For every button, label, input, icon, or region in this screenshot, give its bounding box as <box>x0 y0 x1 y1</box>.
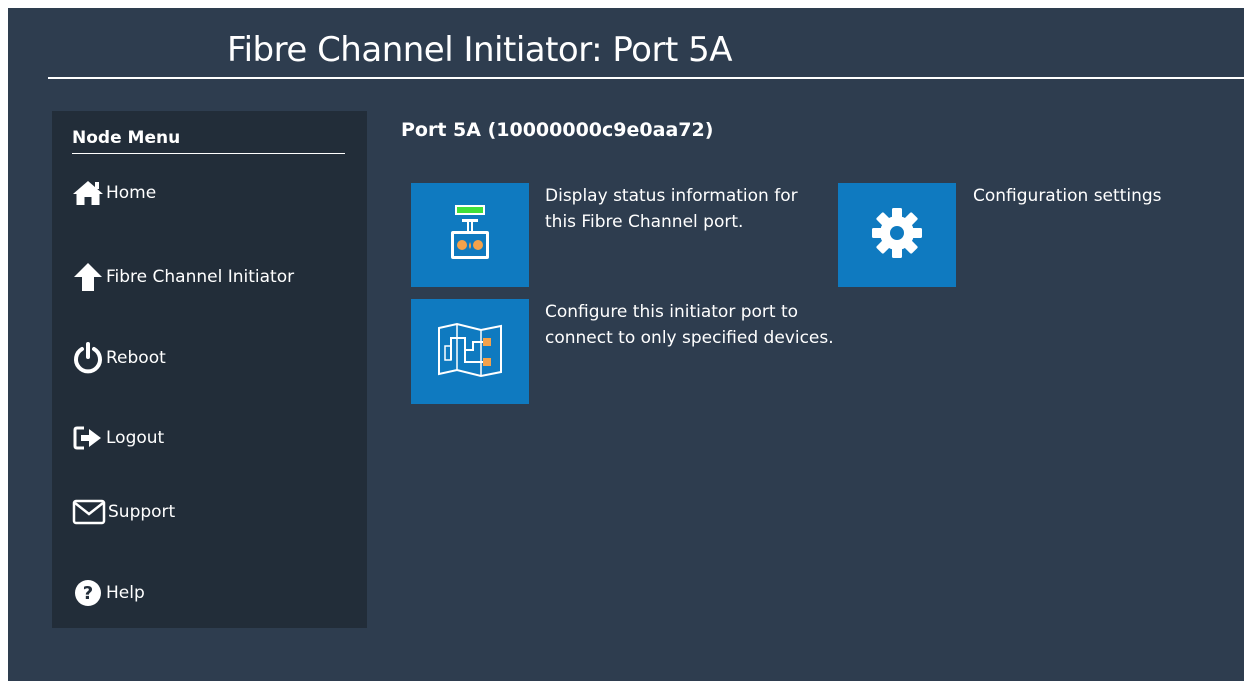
device-filter-tile[interactable] <box>411 299 529 404</box>
port-section-title: Port 5A (10000000c9e0aa72) <box>401 119 714 141</box>
question-icon: ? <box>72 577 104 609</box>
gear-icon <box>869 205 925 265</box>
node-menu-sidebar: Node Menu Home Fibre Channel Initiator R… <box>52 111 367 628</box>
sidebar-item-label: Help <box>106 583 145 603</box>
port-status-icon <box>448 203 492 267</box>
sidebar-item-logout[interactable]: Logout <box>72 418 164 458</box>
sidebar-item-label: Support <box>108 502 176 522</box>
arrow-up-icon <box>72 261 104 293</box>
page-title: Fibre Channel Initiator: Port 5A <box>227 30 732 70</box>
node-menu-heading: Node Menu <box>72 128 181 148</box>
device-filter-description[interactable]: Configure this initiator port to connect… <box>545 299 835 351</box>
envelope-icon <box>72 496 106 528</box>
device-map-icon <box>437 322 503 382</box>
node-menu-divider <box>72 153 345 154</box>
configuration-settings-tile[interactable] <box>838 183 956 287</box>
sidebar-item-label: Fibre Channel Initiator <box>106 267 295 287</box>
app-frame: Fibre Channel Initiator: Port 5A Node Me… <box>8 8 1244 681</box>
sidebar-item-label: Reboot <box>106 348 166 368</box>
power-icon <box>72 342 104 374</box>
port-status-tile[interactable] <box>411 183 529 287</box>
sidebar-item-label: Logout <box>106 428 165 448</box>
home-icon <box>72 177 104 209</box>
logout-icon <box>72 422 104 454</box>
sidebar-item-home[interactable]: Home <box>72 173 156 213</box>
configuration-settings-label[interactable]: Configuration settings <box>973 183 1243 209</box>
sidebar-item-reboot[interactable]: Reboot <box>72 338 166 378</box>
port-status-description[interactable]: Display status information for this Fibr… <box>545 183 825 235</box>
sidebar-item-support[interactable]: Support <box>72 492 175 532</box>
title-divider <box>48 77 1244 79</box>
sidebar-item-help[interactable]: ? Help <box>72 573 145 613</box>
sidebar-item-label: Home <box>106 183 157 203</box>
sidebar-item-fibre-channel-initiator[interactable]: Fibre Channel Initiator <box>72 257 294 297</box>
svg-text:?: ? <box>83 583 93 604</box>
